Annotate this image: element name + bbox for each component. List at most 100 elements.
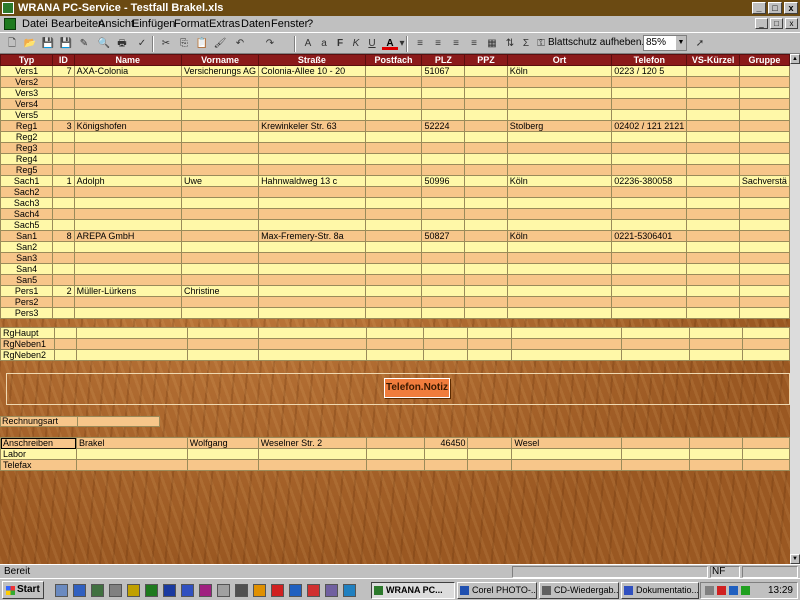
cell-ppz[interactable]: [464, 131, 508, 143]
unprotect-sheet-button[interactable]: Blattschutz aufheben...: [548, 37, 650, 48]
cell-vs-kuerzel[interactable]: [686, 153, 740, 165]
align-center-icon[interactable]: ≡: [430, 36, 446, 51]
cell-telefon[interactable]: [611, 241, 688, 253]
cell-plz[interactable]: [421, 186, 466, 198]
address-cell[interactable]: [689, 448, 743, 460]
cell-vs-kuerzel[interactable]: [686, 230, 740, 242]
cell-ort[interactable]: [506, 109, 613, 121]
cell-postfach[interactable]: [364, 98, 423, 110]
cell-typ[interactable]: Sach2: [0, 186, 54, 198]
cell-gruppe[interactable]: [742, 349, 790, 361]
address-cell[interactable]: [75, 459, 188, 471]
cell-plz[interactable]: [421, 142, 466, 154]
cell-ort[interactable]: Stolberg: [506, 120, 613, 132]
cell-ppz[interactable]: [464, 153, 508, 165]
cell-typ[interactable]: San3: [0, 252, 54, 264]
cell-telefon[interactable]: [611, 296, 688, 308]
cell-name[interactable]: AXA-Colonia: [73, 65, 183, 77]
cell-ort[interactable]: Köln: [506, 230, 613, 242]
cell-ppz[interactable]: [464, 208, 508, 220]
explorer-icon[interactable]: [91, 584, 104, 597]
cell-gruppe[interactable]: [738, 142, 790, 154]
menu-extras[interactable]: Extras: [209, 16, 240, 32]
menu-daten[interactable]: Daten: [241, 16, 270, 32]
print-preview-icon[interactable]: 🔍: [96, 36, 112, 51]
cell-vorname[interactable]: [181, 87, 260, 99]
address-cell[interactable]: [742, 459, 790, 471]
cell-id[interactable]: 2: [52, 285, 75, 297]
cell-name[interactable]: [73, 186, 183, 198]
cell-gruppe[interactable]: [738, 197, 790, 209]
cell-name[interactable]: [73, 87, 183, 99]
cell-name[interactable]: [73, 153, 183, 165]
cell-plz[interactable]: [421, 164, 466, 176]
chevron-down-icon[interactable]: ▾: [398, 36, 406, 51]
column-header-typ[interactable]: Typ: [0, 54, 54, 66]
cell-vorname[interactable]: [181, 252, 260, 264]
excel-icon[interactable]: [145, 584, 158, 597]
cell-id[interactable]: [52, 164, 75, 176]
cell-postfach[interactable]: [364, 285, 423, 297]
address-cell[interactable]: [621, 437, 691, 449]
cell-ort[interactable]: [506, 296, 613, 308]
cell-gruppe[interactable]: [738, 252, 790, 264]
column-header-vorname[interactable]: Vorname: [181, 54, 260, 66]
cell-name[interactable]: [73, 208, 183, 220]
cell-strasse[interactable]: Colonia-Allee 10 - 20: [258, 65, 366, 77]
cell-vs-kuerzel[interactable]: [686, 263, 740, 275]
cell-vs-kuerzel[interactable]: [686, 109, 740, 121]
cell-name[interactable]: Königshofen: [73, 120, 183, 132]
cell-ort[interactable]: [506, 274, 613, 286]
column-header-ppz[interactable]: PPZ: [464, 54, 508, 66]
save-as-icon[interactable]: 💾: [58, 36, 74, 51]
cell-id[interactable]: 8: [52, 230, 75, 242]
word-icon[interactable]: [163, 584, 176, 597]
cell-ppz[interactable]: [464, 120, 508, 132]
cell-id[interactable]: [52, 296, 75, 308]
cell-postfach[interactable]: [364, 65, 423, 77]
scroll-down-icon[interactable]: ▼: [790, 554, 800, 564]
address-cell[interactable]: Wolfgang: [186, 437, 259, 449]
address-label[interactable]: Anschreiben: [0, 437, 77, 449]
cell-postfach[interactable]: [364, 164, 423, 176]
cell-plz[interactable]: [421, 219, 466, 231]
cell-strasse[interactable]: [258, 241, 366, 253]
cell-vorname[interactable]: [181, 230, 260, 242]
cell-telefon[interactable]: [621, 349, 691, 361]
address-cell[interactable]: [257, 459, 367, 471]
cell-gruppe[interactable]: [738, 274, 790, 286]
cell-postfach[interactable]: [364, 296, 423, 308]
cell-vorname[interactable]: [181, 296, 260, 308]
cell-name[interactable]: [73, 98, 183, 110]
cell-postfach[interactable]: [365, 327, 425, 339]
cell-vs-kuerzel[interactable]: [686, 76, 740, 88]
cell-vs-kuerzel[interactable]: [686, 65, 740, 77]
address-cell[interactable]: [365, 448, 425, 460]
cell-ppz[interactable]: [464, 197, 508, 209]
cell-name[interactable]: [75, 349, 188, 361]
cell-ort[interactable]: [506, 153, 613, 165]
cell-postfach[interactable]: [364, 219, 423, 231]
cell-name[interactable]: [73, 219, 183, 231]
cell-ort[interactable]: Köln: [506, 65, 613, 77]
cell-postfach[interactable]: [364, 131, 423, 143]
cell-strasse[interactable]: [258, 208, 366, 220]
cell-plz[interactable]: [421, 285, 466, 297]
cell-ppz[interactable]: [464, 241, 508, 253]
cell-ppz[interactable]: [464, 76, 508, 88]
cell-typ[interactable]: San1: [0, 230, 54, 242]
cell-plz[interactable]: [421, 274, 466, 286]
menu-datei[interactable]: Datei: [22, 16, 48, 32]
cell-postfach[interactable]: [364, 230, 423, 242]
cell-ppz[interactable]: [464, 65, 508, 77]
cell-vs-kuerzel[interactable]: [686, 208, 740, 220]
cell-id[interactable]: [52, 274, 75, 286]
cell-typ[interactable]: Sach5: [0, 219, 54, 231]
cell-ort[interactable]: [506, 98, 613, 110]
bold-icon[interactable]: F: [332, 36, 348, 51]
cell-ppz[interactable]: [464, 87, 508, 99]
cell-telefon[interactable]: 02236-380058: [611, 175, 688, 187]
mdi-close-button[interactable]: x: [785, 18, 798, 29]
cell-vorname[interactable]: [181, 98, 260, 110]
menu-einfuegen[interactable]: Einfügen: [132, 16, 175, 32]
